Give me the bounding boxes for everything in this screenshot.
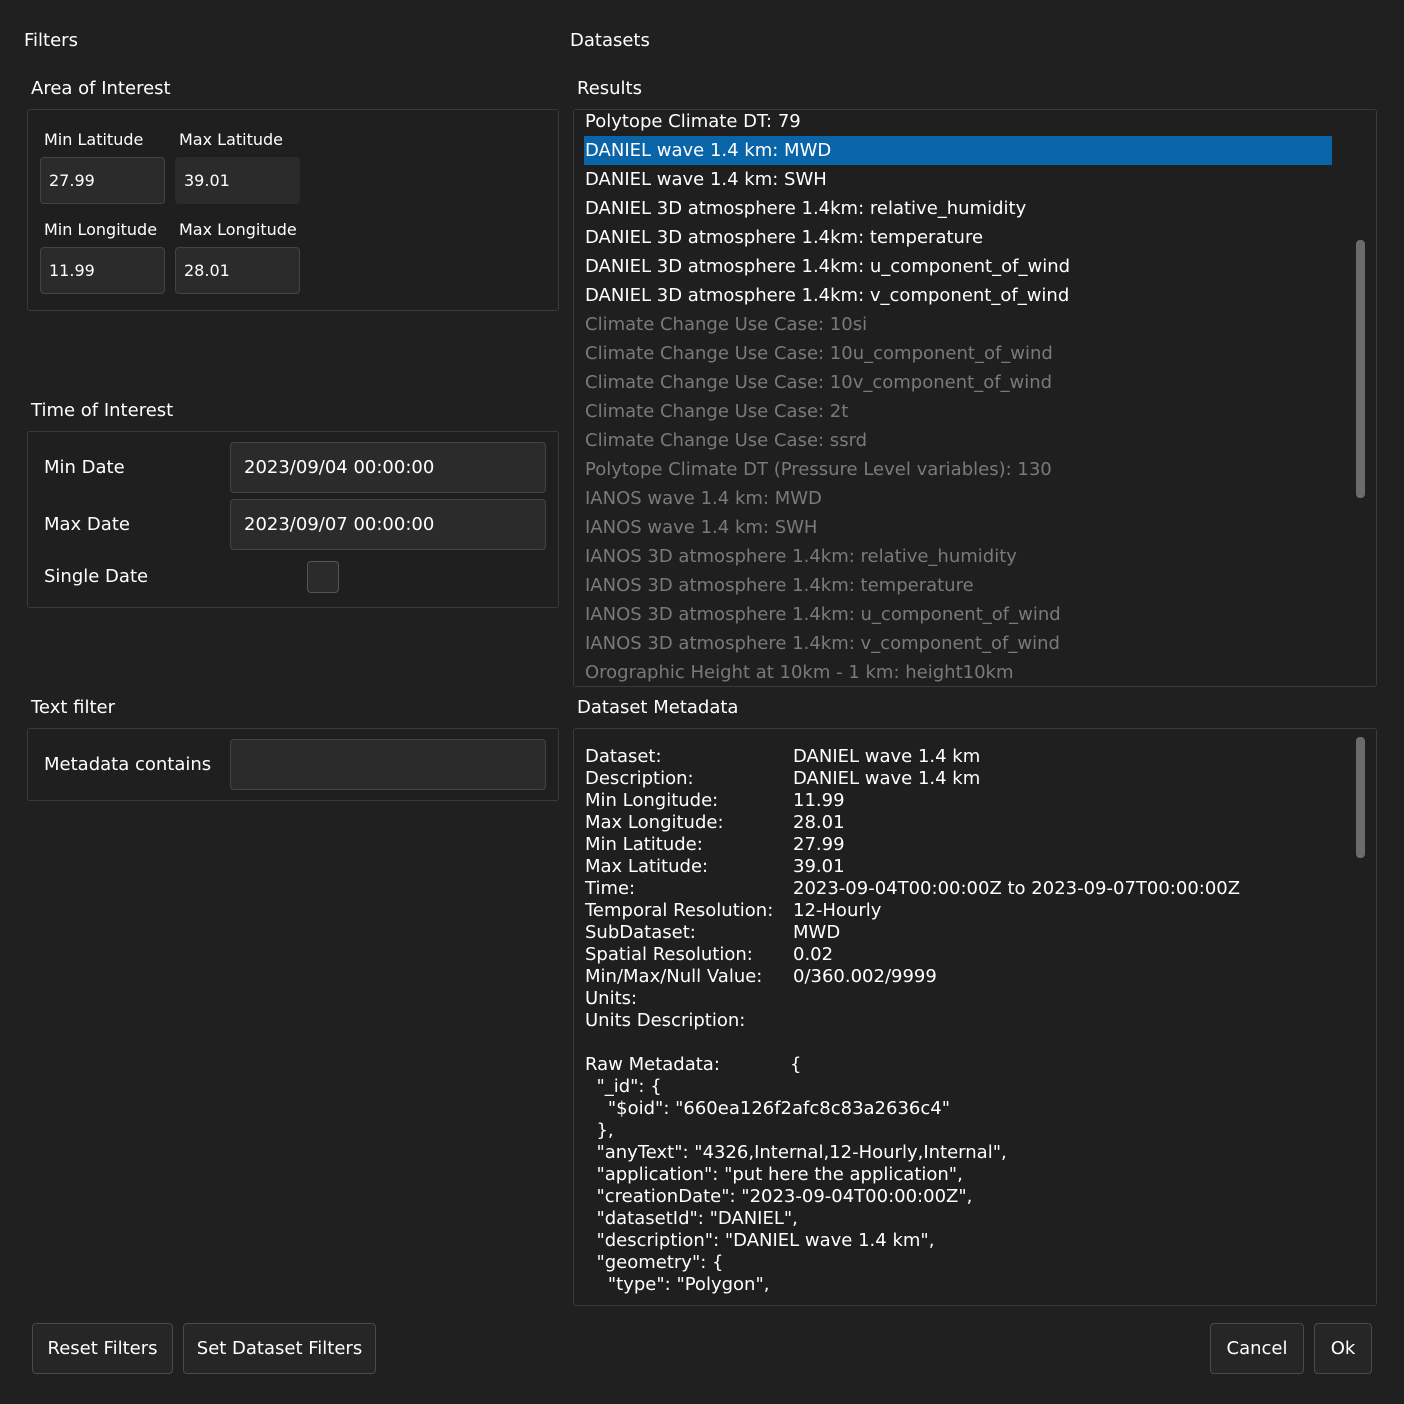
result-item[interactable]: DANIEL 3D atmosphere 1.4km: temperature <box>584 223 1332 252</box>
cancel-button[interactable]: Cancel <box>1210 1323 1304 1374</box>
max-latitude-input[interactable]: 39.01 <box>175 157 300 204</box>
result-item[interactable]: IANOS wave 1.4 km: SWH <box>584 513 1332 542</box>
metadata-value: 28.01 <box>793 812 845 833</box>
result-item[interactable]: IANOS 3D atmosphere 1.4km: u_component_o… <box>584 600 1332 629</box>
raw-metadata-line: "type": "Polygon", <box>585 1274 770 1295</box>
result-item[interactable]: DANIEL 3D atmosphere 1.4km: u_component_… <box>584 252 1332 281</box>
result-item[interactable]: Climate Change Use Case: 10v_component_o… <box>584 368 1332 397</box>
metadata-contains-label: Metadata contains <box>44 754 212 775</box>
metadata-label: Units: <box>585 988 638 1009</box>
metadata-contains-input[interactable] <box>230 739 546 790</box>
raw-metadata-line: "creationDate": "2023-09-04T00:00:00Z", <box>585 1186 973 1207</box>
raw-metadata-label: Raw Metadata: <box>585 1054 720 1075</box>
reset-filters-button[interactable]: Reset Filters <box>32 1323 173 1374</box>
result-item[interactable]: Orographic Height at 10km - 1 km: height… <box>584 658 1332 686</box>
max-date-label: Max Date <box>44 514 130 535</box>
metadata-value: DANIEL wave 1.4 km <box>793 746 981 767</box>
min-latitude-input[interactable]: 27.99 <box>40 157 165 204</box>
metadata-value: 12-Hourly <box>793 900 882 921</box>
raw-metadata-line: "geometry": { <box>585 1252 724 1273</box>
raw-metadata-line: }, <box>585 1120 614 1141</box>
metadata-label: Description: <box>585 768 694 789</box>
metadata-label: Dataset: <box>585 746 662 767</box>
result-item[interactable]: Climate Change Use Case: 10u_component_o… <box>584 339 1332 368</box>
raw-metadata-line: "description": "DANIEL wave 1.4 km", <box>585 1230 935 1251</box>
metadata-label: Units Description: <box>585 1010 746 1031</box>
max-longitude-label: Max Longitude <box>179 220 297 239</box>
max-longitude-input[interactable]: 28.01 <box>175 247 300 294</box>
metadata-value: MWD <box>793 922 841 943</box>
dataset-metadata-text: Dataset: DANIEL wave 1.4 km Description: DA… <box>574 729 1377 1306</box>
metadata-label: Spatial Resolution: <box>585 944 753 965</box>
result-item[interactable]: DANIEL wave 1.4 km: MWD <box>584 136 1332 165</box>
result-item[interactable]: Climate Change Use Case: 10si <box>584 310 1332 339</box>
metadata-value: 39.01 <box>793 856 845 877</box>
metadata-value: 27.99 <box>793 834 845 855</box>
set-dataset-filters-button[interactable]: Set Dataset Filters <box>183 1323 376 1374</box>
metadata-label: Max Latitude: <box>585 856 709 877</box>
metadata-value: 2023-09-04T00:00:00Z to 2023-09-07T00:00… <box>793 878 1241 899</box>
min-date-label: Min Date <box>44 457 125 478</box>
metadata-value: 11.99 <box>793 790 845 811</box>
result-item[interactable]: IANOS 3D atmosphere 1.4km: temperature <box>584 571 1332 600</box>
text-filter-title: Text filter <box>31 697 115 718</box>
max-latitude-label: Max Latitude <box>179 130 284 149</box>
raw-metadata-line: "$oid": "660ea126f2afc8c83a2636c4" <box>585 1098 950 1119</box>
min-longitude-label: Min Longitude <box>44 220 158 239</box>
single-date-checkbox[interactable] <box>307 561 339 593</box>
metadata-label: SubDataset: <box>585 922 696 943</box>
metadata-value: DANIEL wave 1.4 km <box>793 768 981 789</box>
metadata-label: Min Latitude: <box>585 834 703 855</box>
time-of-interest-title: Time of Interest <box>31 400 174 421</box>
min-latitude-label: Min Latitude <box>44 130 144 149</box>
metadata-value: 0.02 <box>793 944 834 965</box>
metadata-label: Max Longitude: <box>585 812 724 833</box>
metadata-label: Time: <box>585 878 636 899</box>
ok-button[interactable]: Ok <box>1314 1323 1372 1374</box>
metadata-scrollbar[interactable] <box>1356 737 1365 858</box>
raw-metadata-line: "_id": { <box>585 1076 662 1097</box>
metadata-value: 0/360.002/9999 <box>793 966 937 987</box>
datasets-title: Datasets <box>570 30 650 51</box>
dataset-metadata-title: Dataset Metadata <box>577 697 739 718</box>
raw-metadata-open-brace: { <box>790 1054 802 1075</box>
results-scrollbar[interactable] <box>1356 240 1365 498</box>
raw-metadata-line: "application": "put here the application… <box>585 1164 963 1185</box>
result-item[interactable]: IANOS wave 1.4 km: MWD <box>584 484 1332 513</box>
area-of-interest-title: Area of Interest <box>31 78 171 99</box>
single-date-label: Single Date <box>44 566 149 587</box>
min-date-input[interactable]: 2023/09/04 00:00:00 <box>230 442 546 493</box>
result-item[interactable]: DANIEL 3D atmosphere 1.4km: relative_hum… <box>584 194 1332 223</box>
result-item[interactable]: Polytope Climate DT (Pressure Level vari… <box>584 455 1332 484</box>
min-longitude-input[interactable]: 11.99 <box>40 247 165 294</box>
result-item[interactable]: Climate Change Use Case: ssrd <box>584 426 1332 455</box>
metadata-label: Min/Max/Null Value: <box>585 966 763 987</box>
result-item[interactable]: DANIEL 3D atmosphere 1.4km: v_component_… <box>584 281 1332 310</box>
metadata-label: Temporal Resolution: <box>585 900 774 921</box>
result-item[interactable]: IANOS 3D atmosphere 1.4km: relative_humi… <box>584 542 1332 571</box>
filters-title: Filters <box>24 30 78 51</box>
results-list[interactable]: Polytope Climate DT: 79 DANIEL wave 1.4 k… <box>574 110 1377 686</box>
raw-metadata-line: "datasetId": "DANIEL", <box>585 1208 798 1229</box>
result-item[interactable]: Polytope Climate DT: 79 <box>584 110 1332 136</box>
result-item[interactable]: Climate Change Use Case: 2t <box>584 397 1332 426</box>
raw-metadata-line: "anyText": "4326,Internal,12-Hourly,Inte… <box>585 1142 1007 1163</box>
result-item[interactable]: IANOS 3D atmosphere 1.4km: v_component_o… <box>584 629 1332 658</box>
results-title: Results <box>577 78 642 99</box>
metadata-label: Min Longitude: <box>585 790 719 811</box>
max-date-input[interactable]: 2023/09/07 00:00:00 <box>230 499 546 550</box>
result-item[interactable]: DANIEL wave 1.4 km: SWH <box>584 165 1332 194</box>
